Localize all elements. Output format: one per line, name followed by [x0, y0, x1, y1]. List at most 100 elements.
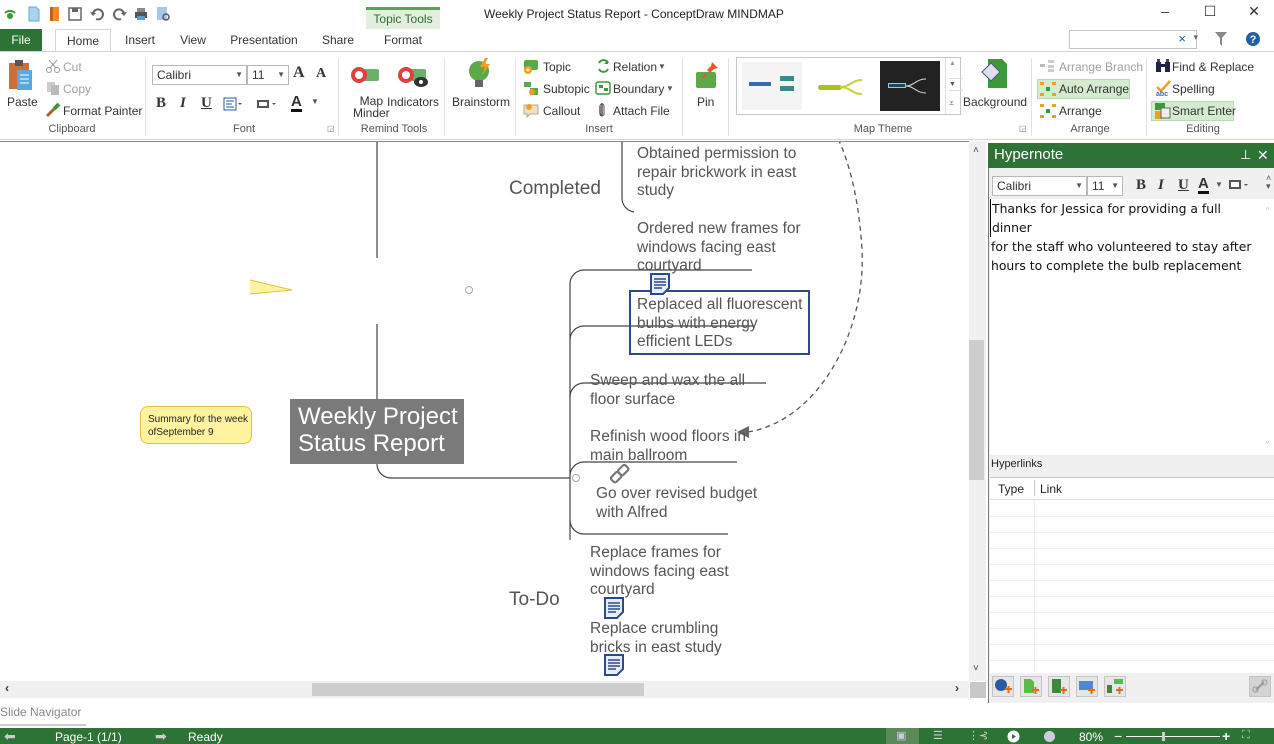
- note-scroll-up-icon[interactable]: ˄: [1265, 203, 1270, 222]
- callout-button[interactable]: Callout: [543, 104, 580, 118]
- brainstorm-button[interactable]: Brainstorm: [452, 95, 510, 109]
- tab-view[interactable]: View: [174, 29, 212, 51]
- vertical-scroll-thumb[interactable]: [969, 340, 984, 480]
- spelling-button[interactable]: Spelling: [1172, 82, 1215, 96]
- dialog-launcher-icon[interactable]: ◲: [327, 124, 335, 133]
- callout-topic[interactable]: Summary for the week ofSeptember 9: [140, 406, 252, 444]
- scroll-down-icon[interactable]: ˅: [973, 663, 979, 674]
- gallery-down-button[interactable]: ▼: [949, 78, 963, 91]
- tab-home[interactable]: Home: [55, 29, 111, 52]
- arrange-branch-button[interactable]: Arrange Branch: [1059, 60, 1143, 74]
- app-logo-icon[interactable]: [2, 6, 18, 22]
- boundary-button[interactable]: Boundary: [613, 82, 664, 96]
- font-family-select[interactable]: Calibri ▼: [152, 65, 247, 85]
- chevron-down-icon[interactable]: ▼: [658, 62, 666, 71]
- chevron-down-icon[interactable]: ▼: [1215, 180, 1223, 189]
- chevron-down-icon[interactable]: ▼: [666, 84, 674, 93]
- smart-enter-button[interactable]: Smart Enter: [1172, 104, 1236, 118]
- hypernote-text-area[interactable]: Thanks for Jessica for providing a full …: [990, 199, 1274, 455]
- previous-page-icon[interactable]: ⬅: [4, 728, 16, 744]
- outline-view-icon[interactable]: ☰: [933, 729, 943, 742]
- redo-icon[interactable]: [112, 6, 128, 22]
- fit-to-page-icon[interactable]: ⛶: [1242, 729, 1250, 742]
- note-scroll-down-icon[interactable]: ˅: [1265, 437, 1270, 456]
- theme-thumbnail-2[interactable]: [810, 62, 878, 110]
- paste-icon[interactable]: [8, 58, 34, 92]
- add-web-link-button[interactable]: [992, 676, 1014, 697]
- next-page-icon[interactable]: ➡: [155, 728, 167, 744]
- auto-arrange-button[interactable]: Auto Arrange: [1059, 82, 1129, 96]
- add-topic-link-button[interactable]: [1104, 676, 1126, 697]
- gallery-up-button[interactable]: ▲: [949, 60, 956, 67]
- tab-insert[interactable]: Insert: [120, 29, 160, 51]
- print-icon[interactable]: [133, 6, 149, 22]
- open-icon[interactable]: [47, 6, 63, 22]
- note-italic-button[interactable]: I: [1158, 177, 1164, 194]
- scroll-up-icon[interactable]: ˄: [973, 145, 979, 156]
- add-folder-link-button[interactable]: [1048, 676, 1070, 697]
- shrink-font-button[interactable]: A: [316, 66, 326, 82]
- topic[interactable]: Replace frames for windows facing east cou…: [590, 544, 729, 600]
- add-file-link-button[interactable]: [1020, 676, 1042, 697]
- relation-button[interactable]: Relation: [613, 60, 657, 74]
- close-button[interactable]: ✕: [1239, 3, 1269, 23]
- chevron-down-icon[interactable]: ▼: [311, 97, 319, 106]
- pin-panel-icon[interactable]: ⊥: [1240, 143, 1251, 167]
- toolbar-overflow-icon[interactable]: ˄ ▾: [1266, 174, 1271, 191]
- topic[interactable]: Refinish wood floors in main ballroom: [590, 428, 746, 465]
- topic-button[interactable]: Topic: [543, 60, 571, 74]
- italic-button[interactable]: I: [180, 95, 186, 112]
- cut-button[interactable]: Cut: [63, 60, 82, 74]
- help-icon[interactable]: ?: [1245, 31, 1261, 47]
- note-font-family-select[interactable]: Calibri ▼: [992, 176, 1087, 196]
- format-painter-button[interactable]: Format Painter: [63, 104, 142, 118]
- note-bold-button[interactable]: B: [1136, 177, 1146, 194]
- topic-selected[interactable]: Replaced all fluorescent bulbs with energ…: [629, 290, 810, 355]
- slide-navigator-label[interactable]: Slide Navigator: [0, 705, 81, 719]
- view-mindmap-button[interactable]: ▣: [886, 728, 919, 744]
- new-icon[interactable]: [26, 6, 42, 22]
- search-input[interactable]: × ▾: [1069, 30, 1198, 49]
- branch-todo[interactable]: To-Do: [509, 590, 560, 610]
- topic[interactable]: Sweep and wax the all floor surface: [590, 372, 745, 409]
- copy-button[interactable]: Copy: [63, 82, 91, 96]
- undo-icon[interactable]: [89, 6, 105, 22]
- horizontal-scroll-thumb[interactable]: [312, 683, 644, 696]
- map-minder-button[interactable]: Map Minder: [353, 95, 390, 119]
- save-icon[interactable]: [67, 6, 83, 22]
- note-icon[interactable]: [649, 272, 671, 296]
- topic[interactable]: Go over revised budget with Alfred: [596, 485, 757, 522]
- note-underline-button[interactable]: U: [1178, 177, 1189, 194]
- search-clear-button[interactable]: ×: [1178, 31, 1186, 46]
- topic[interactable]: Obtained permission to repair brickwork i…: [637, 145, 796, 201]
- attach-file-button[interactable]: Attach File: [613, 104, 670, 118]
- close-panel-icon[interactable]: ✕: [1257, 143, 1269, 167]
- mindmap-canvas[interactable]: Summary for the week ofSeptember 9 Weekl…: [0, 141, 969, 681]
- print-preview-icon[interactable]: [155, 6, 171, 22]
- note-icon[interactable]: [603, 596, 625, 620]
- note-icon[interactable]: [603, 653, 625, 677]
- gallery-expand-button[interactable]: ⩡: [949, 98, 954, 109]
- column-link[interactable]: Link: [1040, 482, 1062, 496]
- central-topic[interactable]: Weekly Project Status Report: [290, 399, 464, 464]
- topic[interactable]: Replace crumbling bricks in east study: [590, 620, 722, 657]
- tab-file[interactable]: File: [0, 29, 42, 51]
- find-replace-button[interactable]: Find & Replace: [1172, 60, 1254, 74]
- background-button[interactable]: Background: [963, 95, 1027, 109]
- scroll-right-icon[interactable]: ›: [955, 681, 959, 695]
- remove-link-button[interactable]: [1249, 676, 1271, 697]
- note-font-size-select[interactable]: 11 ▼: [1087, 176, 1123, 196]
- tree-view-icon[interactable]: ⋮⊰: [968, 729, 988, 742]
- paste-button[interactable]: Paste: [7, 95, 38, 109]
- zoom-slider-thumb[interactable]: [1162, 732, 1165, 741]
- tab-presentation[interactable]: Presentation: [226, 29, 302, 51]
- font-size-select[interactable]: 11 ▼: [247, 65, 289, 85]
- indicators-button[interactable]: Indicators: [387, 95, 439, 109]
- zoom-out-button[interactable]: −: [1114, 728, 1122, 744]
- underline-button[interactable]: U: [201, 95, 212, 112]
- dialog-launcher-icon[interactable]: ◲: [1019, 124, 1027, 133]
- minimize-button[interactable]: –: [1150, 3, 1180, 23]
- hyperlink-icon[interactable]: [607, 461, 633, 487]
- filter-icon[interactable]: [1214, 31, 1228, 47]
- text-fill-icon[interactable]: [256, 97, 278, 111]
